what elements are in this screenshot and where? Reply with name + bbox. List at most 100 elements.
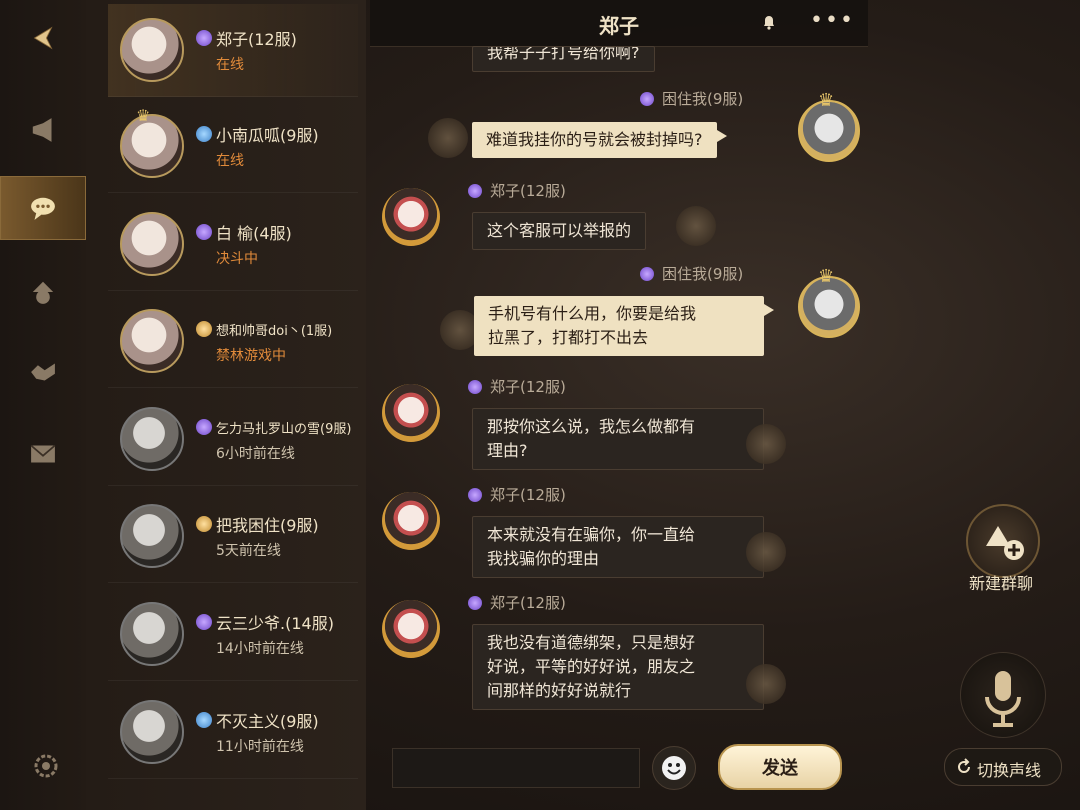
send-label: 发送 [762,758,798,779]
avatar[interactable] [382,384,440,442]
friends-button[interactable] [0,260,86,324]
contact-item[interactable]: 白 榆(4服) 决斗中 [108,198,358,291]
hat-character-icon [32,281,54,304]
contact-name: 白 榆(4服) [216,224,292,243]
message-line: 拉黑了，打都打不出去 [488,328,649,347]
sender-name: 郑子(12服) [490,594,566,612]
avatar[interactable] [382,600,440,658]
voice-input-button[interactable] [960,652,1046,738]
avatar[interactable]: ♛ [798,90,860,162]
message-sender: 困住我(9服) [640,88,743,109]
contact-status: 5天前在线 [216,543,281,559]
rank-badge-icon [468,184,482,198]
message-bubble: 本来就没有在骗你，你一直给 我找骗你的理由 [472,516,764,578]
emoji-button[interactable] [652,746,696,790]
guild-button[interactable] [0,340,86,404]
message-input[interactable] [392,748,640,788]
rank-badge-icon [196,516,212,532]
chat-tab-button[interactable] [0,176,94,240]
avatar[interactable] [382,188,440,246]
message-bubble: 我也没有道德绑架，只是想好 好说，平等的好好说，朋友之 间那样的好好说就行 [472,624,764,710]
contact-status: 6小时前在线 [216,446,295,462]
new-group-label: 新建群聊 [968,574,1033,593]
contact-item[interactable]: 把我困住(9服) 5天前在线 [108,490,358,583]
contact-item[interactable]: 不灭主义(9服) 11小时前在线 [108,686,358,779]
bell-icon[interactable] [760,13,778,31]
crown-icon: ♛ [136,106,151,125]
message-bubble: 难道我挂你的号就会被封掉吗? [472,122,726,158]
contact-status: 在线 [216,57,244,73]
handshake-icon [31,363,55,381]
more-options-icon[interactable]: ••• [810,8,855,33]
sender-name: 困住我(9服) [662,90,744,108]
chat-header: 郑子 ••• [370,0,868,47]
smiley-icon [662,756,686,780]
message-sender: 郑子(12服) [468,376,566,397]
avatar [120,212,184,276]
new-group-button[interactable] [966,504,1040,578]
rank-badge-icon [196,614,212,630]
contact-status: 禁林游戏中 [216,348,286,364]
partial-message: 我帮子子打号给你啊? [472,46,655,72]
contact-item[interactable]: 想和帅哥doi丶(1服) 禁林游戏中 [108,295,358,388]
send-button[interactable]: 发送 [718,744,842,790]
gear-icon [34,754,58,778]
message-line: 好说，平等的好好说，朋友之 [487,657,696,676]
message-sender: 困住我(9服) [640,263,743,284]
contact-name: 云三少爷.(14服) [216,614,334,633]
message-sender: 郑子(12服) [468,592,566,613]
envelope-icon [30,444,56,463]
rank-badge-icon [196,419,212,435]
rank-badge-icon [468,380,482,394]
contact-status: 决斗中 [216,251,258,267]
contact-name: 不灭主义(9服) [216,712,319,731]
message-bubble: 这个客服可以举报的 [472,212,647,250]
contact-item[interactable]: ♛ 小南瓜呱(9服) 在线 [108,100,358,193]
witch-hat-decoration-icon [746,664,786,704]
avatar[interactable] [382,492,440,550]
message-line: 那按你这么说，我怎么做都有 [487,417,696,436]
witch-hat-decoration-icon [746,532,786,572]
avatar [120,18,184,82]
avatar [120,700,184,764]
rank-badge-icon [468,488,482,502]
contact-item[interactable]: 乞力马扎罗山の雪(9服) 6小时前在线 [108,393,358,486]
contact-name: 想和帅哥doi丶(1服) [216,324,333,339]
chat-bubble-icon [31,197,55,220]
left-rail [0,0,94,810]
witch-hat-decoration-icon [746,424,786,464]
sender-name: 困住我(9服) [662,265,744,283]
switch-voice-label: 切换声线 [977,761,1042,780]
announcement-button[interactable] [0,98,86,162]
owl-decoration-icon [428,118,468,158]
mail-button[interactable] [0,422,86,486]
avatar[interactable]: ♛ [798,266,860,338]
microphone-icon [985,671,1021,727]
megaphone-icon [32,118,52,142]
contact-name: 乞力马扎罗山の雪(9服) [216,422,352,437]
crown-icon: ♛ [818,90,835,111]
rank-badge-icon [640,267,654,281]
message-sender: 郑子(12服) [468,484,566,505]
back-button[interactable] [0,6,86,70]
back-arrow-icon [33,26,53,50]
avatar [120,602,184,666]
message-line: 手机号有什么用，你要是给我 [488,304,697,323]
switch-voice-button[interactable]: 切换声线 [944,748,1062,786]
contact-name: 郑子(12服) [216,30,297,49]
witch-hat-decoration-icon [676,206,716,246]
rank-badge-icon [196,712,212,728]
contact-name: 把我困住(9服) [216,516,319,535]
contact-name: 小南瓜呱(9服) [216,126,319,145]
contact-status: 在线 [216,153,244,169]
message-sender: 郑子(12服) [468,180,566,201]
settings-button[interactable] [30,750,62,782]
refresh-icon [958,758,970,773]
sender-name: 郑子(12服) [490,182,566,200]
avatar [120,309,184,373]
contact-item[interactable]: 云三少爷.(14服) 14小时前在线 [108,588,358,681]
rank-badge-icon [196,126,212,142]
rank-badge-icon [196,321,212,337]
crown-icon: ♛ [818,266,835,287]
contact-item[interactable]: 郑子(12服) 在线 [108,4,358,97]
